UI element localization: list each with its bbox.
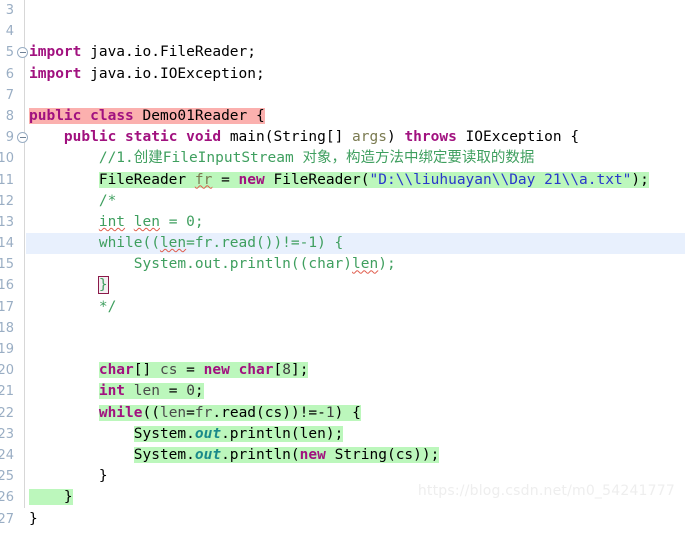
- gutter-row[interactable]: 13: [0, 212, 24, 233]
- line-number: 15: [0, 257, 14, 273]
- code-line[interactable]: [0, 318, 685, 339]
- gutter-row[interactable]: 15: [0, 254, 24, 275]
- code-line[interactable]: [0, 530, 685, 551]
- line-number: 13: [0, 214, 14, 230]
- gutter-row[interactable]: 23: [0, 424, 24, 445]
- gutter-row[interactable]: 16: [0, 275, 24, 296]
- line-number: 10: [0, 151, 14, 167]
- code-line-while-loop[interactable]: while((len=fr.read(cs))!=-1) {: [0, 403, 685, 424]
- line-number: 19: [0, 342, 14, 357]
- gutter-row[interactable]: 12: [0, 191, 24, 212]
- line-number: 22: [0, 405, 14, 421]
- fold-collapse-icon[interactable]: [17, 131, 28, 143]
- line-number: 14: [0, 236, 14, 252]
- gutter-row[interactable]: 4: [0, 21, 24, 42]
- line-number: 16: [0, 278, 14, 294]
- line-number: 17: [0, 299, 14, 315]
- code-line-println-len[interactable]: System.out.println(len);: [0, 424, 685, 445]
- gutter-row[interactable]: 27: [0, 509, 24, 530]
- code-line-println-string[interactable]: System.out.println(new String(cs));: [0, 445, 685, 466]
- gutter-row[interactable]: 10: [0, 148, 24, 169]
- line-number-gutter[interactable]: 3 4 5 6 7 8 9 10 11 12 13 14 15 16 17 18…: [0, 0, 28, 527]
- code-line[interactable]: import java.io.FileReader;: [0, 42, 685, 63]
- code-line-comment-close[interactable]: */: [0, 297, 685, 318]
- gutter-row[interactable]: 6: [0, 64, 24, 85]
- code-line-comment-open[interactable]: /*: [0, 191, 685, 212]
- code-line[interactable]: System.out.println((char)len);: [0, 254, 685, 275]
- gutter-row[interactable]: 3: [0, 0, 24, 21]
- gutter-row[interactable]: 9: [0, 127, 28, 148]
- line-number: 23: [0, 426, 14, 442]
- gutter-row[interactable]: 19: [0, 339, 24, 360]
- code-editor[interactable]: import java.io.FileReader; import java.i…: [0, 0, 685, 527]
- gutter-row[interactable]: 11: [0, 170, 24, 191]
- code-line[interactable]: [0, 0, 685, 21]
- code-line[interactable]: [0, 339, 685, 360]
- line-number: 3: [5, 3, 14, 18]
- line-number: 20: [0, 363, 14, 379]
- gutter-row[interactable]: 8: [0, 106, 24, 127]
- code-line-comment[interactable]: //1.创建FileInputStream 对象，构造方法中绑定要读取的数据: [0, 148, 685, 169]
- line-number: 5: [5, 45, 14, 61]
- line-number: 8: [5, 108, 14, 124]
- code-line-len-init[interactable]: int len = 0;: [0, 381, 685, 402]
- gutter-row[interactable]: 5: [0, 42, 28, 63]
- code-line[interactable]: [0, 85, 685, 106]
- line-number: 11: [0, 172, 14, 188]
- line-number: 25: [0, 469, 14, 485]
- code-line-brace-matched[interactable]: }: [0, 275, 685, 296]
- code-line[interactable]: int len = 0;: [0, 212, 685, 233]
- gutter-row[interactable]: 24: [0, 445, 24, 466]
- gutter-row[interactable]: 18: [0, 318, 24, 339]
- fold-collapse-icon[interactable]: [17, 46, 28, 58]
- gutter-row[interactable]: 21: [0, 381, 24, 402]
- line-number: 9: [5, 130, 14, 146]
- gutter-row[interactable]: 20: [0, 360, 24, 381]
- line-number: 26: [0, 490, 14, 506]
- code-content-area[interactable]: import java.io.FileReader; import java.i…: [0, 0, 685, 527]
- line-number: 24: [0, 447, 14, 463]
- line-number: 7: [5, 87, 14, 103]
- code-line-current[interactable]: while((len=fr.read())!=-1) {: [0, 233, 685, 255]
- code-line-char-array[interactable]: char[] cs = new char[8];: [0, 360, 685, 381]
- code-line-filereader-init[interactable]: FileReader fr = new FileReader("D:\\liuh…: [0, 170, 685, 191]
- gutter-row[interactable]: 26: [0, 487, 24, 508]
- code-line-close-class[interactable]: }: [0, 509, 685, 530]
- line-number: 18: [0, 320, 14, 336]
- gutter-row[interactable]: 7: [0, 85, 24, 106]
- line-number: 27: [0, 511, 14, 527]
- csdn-watermark: https://blog.csdn.net/m0_54241777: [417, 483, 675, 499]
- gutter-row[interactable]: 14: [0, 233, 24, 254]
- line-number: 12: [0, 193, 14, 209]
- line-number: 4: [5, 24, 14, 40]
- code-line[interactable]: import java.io.IOException;: [0, 64, 685, 85]
- code-line[interactable]: [0, 21, 685, 42]
- line-number: 6: [5, 66, 14, 82]
- line-number: 21: [0, 384, 14, 400]
- code-line-class-decl[interactable]: public class Demo01Reader {: [0, 106, 685, 127]
- code-line-main-method[interactable]: public static void main(String[] args) t…: [0, 127, 685, 148]
- gutter-row[interactable]: 22: [0, 403, 24, 424]
- gutter-row[interactable]: 17: [0, 297, 24, 318]
- gutter-row[interactable]: 25: [0, 466, 24, 487]
